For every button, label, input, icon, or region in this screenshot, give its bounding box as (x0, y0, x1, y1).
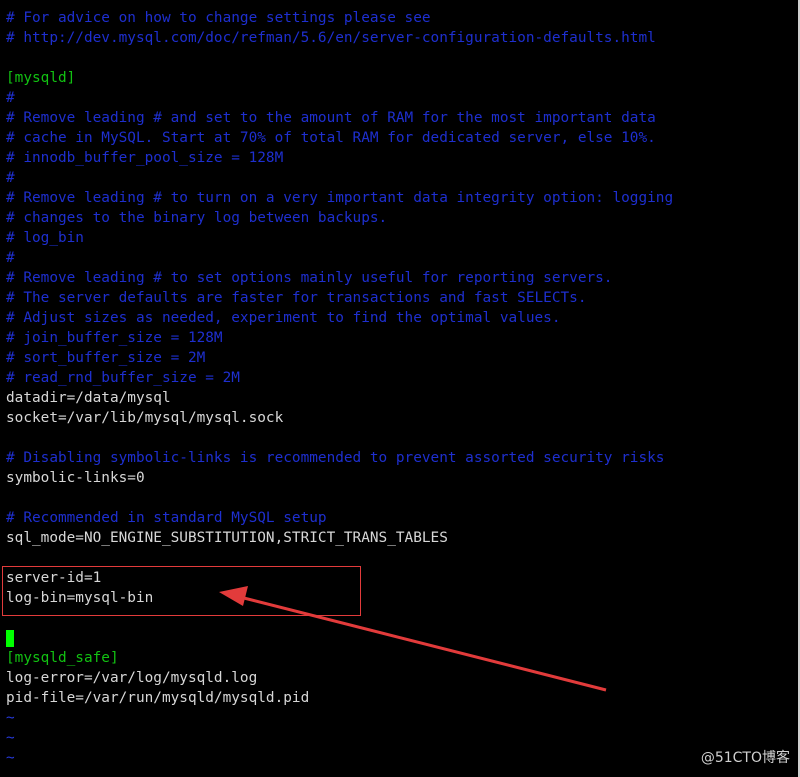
text-cursor (6, 630, 14, 647)
comment-line: # Adjust sizes as needed, experiment to … (6, 310, 561, 326)
comment-line: # innodb_buffer_pool_size = 128M (6, 150, 284, 166)
comment-line: # Remove leading # to set options mainly… (6, 270, 613, 286)
cursor-line (6, 628, 673, 648)
comment-line: # Recommended in standard MySQL setup (6, 510, 327, 526)
comment-line: # For advice on how to change settings p… (6, 10, 431, 26)
comment-line: # (6, 250, 15, 266)
watermark: @51CTO博客 (700, 750, 790, 766)
comment-line: # (6, 170, 15, 186)
empty-buffer-tilde-line: ~ (6, 730, 15, 746)
comment-line: # cache in MySQL. Start at 70% of total … (6, 130, 656, 146)
comment-line: # sort_buffer_size = 2M (6, 350, 206, 366)
comment-line: # changes to the binary log between back… (6, 210, 388, 226)
comment-line: # The server defaults are faster for tra… (6, 290, 587, 306)
empty-buffer-tilde-line: ~ (6, 750, 15, 766)
comment-line: # Remove leading # to turn on a very imp… (6, 190, 674, 206)
config-setting-line: log-error=/var/log/mysqld.log (6, 670, 258, 686)
config-setting-line: pid-file=/var/run/mysqld/mysqld.pid (6, 690, 310, 706)
highlight-box-server-id-log-bin (2, 566, 361, 616)
config-setting-line: datadir=/data/mysql (6, 390, 171, 406)
terminal-window[interactable]: # For advice on how to change settings p… (0, 0, 800, 777)
config-setting-line: sql_mode=NO_ENGINE_SUBSTITUTION,STRICT_T… (6, 530, 448, 546)
comment-line: # (6, 90, 15, 106)
config-setting-line: symbolic-links=0 (6, 470, 145, 486)
comment-line: # log_bin (6, 230, 84, 246)
comment-line: # read_rnd_buffer_size = 2M (6, 370, 240, 386)
config-setting-line: socket=/var/lib/mysql/mysql.sock (6, 410, 284, 426)
comment-line: # http://dev.mysql.com/doc/refman/5.6/en… (6, 30, 656, 46)
section-header-line: [mysqld] (6, 70, 76, 86)
comment-line: # join_buffer_size = 128M (6, 330, 223, 346)
section-header-line: [mysqld_safe] (6, 650, 119, 666)
comment-line: # Remove leading # and set to the amount… (6, 110, 656, 126)
comment-line: # Disabling symbolic-links is recommende… (6, 450, 665, 466)
empty-buffer-tilde-line: ~ (6, 710, 15, 726)
config-file-content[interactable]: # For advice on how to change settings p… (6, 8, 673, 768)
